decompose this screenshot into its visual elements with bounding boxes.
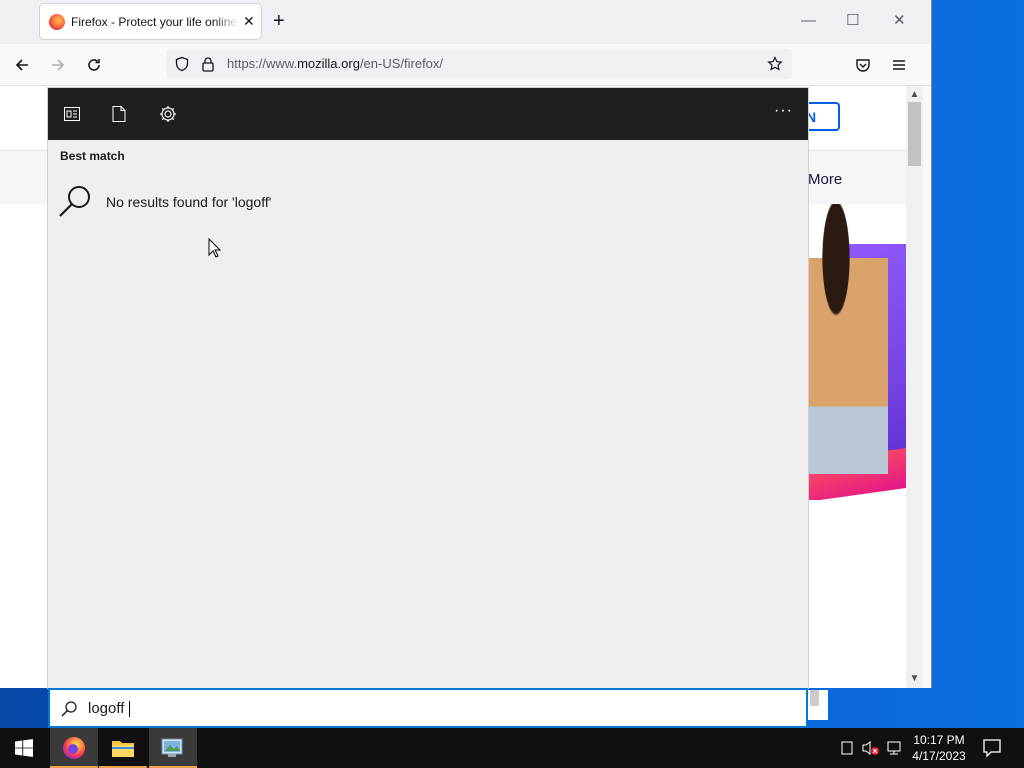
minimize-button[interactable]: — (801, 10, 816, 32)
network-icon[interactable] (886, 739, 904, 757)
windows-search-panel: ··· Best match No results found for 'log… (48, 88, 808, 688)
page-more-link[interactable]: More (808, 171, 842, 188)
forward-button[interactable] (46, 53, 70, 77)
search-input[interactable] (88, 696, 688, 720)
best-match-heading: Best match (60, 149, 125, 163)
scroll-up-icon[interactable]: ▲ (906, 86, 923, 102)
notification-center-icon[interactable] (982, 738, 1002, 758)
hero-image (808, 204, 906, 500)
pocket-button[interactable] (851, 53, 875, 77)
firefox-favicon-icon (49, 13, 65, 30)
taskbar-firefox[interactable] (50, 728, 98, 768)
forward-arrow-icon (52, 59, 65, 71)
clock-date: 4/17/2023 (912, 749, 966, 763)
search-filter-toolbar: ··· (48, 88, 808, 140)
browser-tab[interactable]: Firefox - Protect your life online with … (40, 4, 261, 39)
navigation-toolbar: https://www.mozilla.org/en-US/firefox/ (0, 44, 931, 86)
firefox-icon (63, 737, 85, 759)
taskbar-file-explorer[interactable] (99, 728, 147, 768)
more-options-button[interactable]: ··· (774, 102, 793, 120)
scroll-down-icon[interactable]: ▼ (906, 670, 923, 686)
windows-logo-icon (15, 739, 33, 757)
apps-filter-icon (64, 107, 80, 121)
back-arrow-icon (15, 59, 28, 71)
taskbar-search-box[interactable] (48, 688, 808, 728)
start-button[interactable] (0, 728, 48, 768)
volume-muted-icon[interactable] (862, 739, 880, 757)
tab-bar: Firefox - Protect your life online with … (0, 0, 931, 44)
apps-filter-button[interactable] (62, 104, 82, 124)
close-tab-icon[interactable]: ✕ (243, 13, 255, 30)
search-box-edge (808, 690, 828, 720)
tracking-protection-shield-icon (175, 56, 189, 72)
hamburger-menu-icon (893, 60, 905, 70)
mouse-cursor-icon (208, 238, 222, 258)
documents-filter-button[interactable] (109, 104, 129, 124)
lock-icon (202, 57, 214, 72)
taskbar-clock[interactable]: 10:17 PM 4/17/2023 (906, 732, 972, 764)
pocket-icon (856, 59, 870, 72)
text-caret (129, 701, 130, 717)
clock-time: 10:17 PM (913, 733, 965, 747)
url-bar[interactable]: https://www.mozilla.org/en-US/firefox/ (166, 49, 792, 79)
taskbar-control-panel[interactable] (149, 728, 197, 768)
control-panel-icon (161, 738, 183, 757)
bookmark-star-icon[interactable] (767, 56, 783, 72)
reload-icon (88, 59, 100, 71)
maximize-button[interactable]: ☐ (846, 10, 859, 32)
file-explorer-icon (112, 741, 134, 757)
settings-filter-button[interactable] (158, 104, 178, 124)
search-icon (59, 186, 90, 217)
new-tab-button[interactable]: + (273, 10, 285, 32)
close-window-button[interactable]: ✕ (893, 10, 906, 32)
taskbar: 10:17 PM 4/17/2023 (0, 728, 1024, 768)
menu-button[interactable] (887, 53, 911, 77)
back-button[interactable] (10, 53, 34, 77)
tray-tablet-icon[interactable] (838, 739, 856, 757)
no-results-item: No results found for 'logoff' (58, 184, 271, 220)
page-scrollbar[interactable]: ▲ ▼ (906, 86, 923, 688)
url-text: https://www.mozilla.org/en-US/firefox/ (227, 56, 444, 71)
tab-title: Firefox - Protect your life online with … (71, 14, 239, 29)
document-icon (112, 106, 126, 122)
scroll-thumb[interactable] (908, 102, 921, 166)
search-icon (61, 701, 77, 717)
no-results-text: No results found for 'logoff' (106, 194, 272, 210)
gear-icon (160, 106, 176, 122)
reload-button[interactable] (82, 53, 106, 77)
